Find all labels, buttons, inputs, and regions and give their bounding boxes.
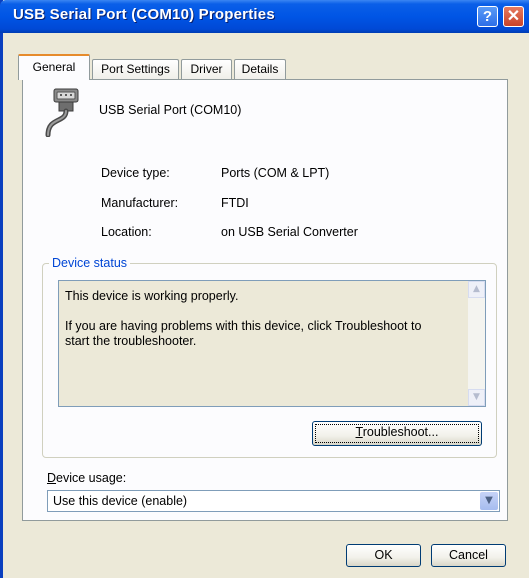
manufacturer-label: Manufacturer: (101, 196, 179, 210)
device-status-textbox[interactable]: This device is working properly. If you … (58, 280, 486, 407)
manufacturer-value: FTDI (221, 196, 249, 210)
tab-general[interactable]: General (18, 54, 90, 80)
troubleshoot-button[interactable]: Troubleshoot... (312, 421, 482, 446)
status-message: This device is working properly. (65, 289, 239, 303)
status-help-line: If you are having problems with this dev… (65, 319, 422, 333)
title-bar[interactable]: USB Serial Port (COM10) Properties ? ✕ (0, 0, 529, 33)
tab-port-settings[interactable]: Port Settings (92, 59, 179, 79)
location-value: on USB Serial Converter (221, 225, 358, 239)
cancel-button[interactable]: Cancel (431, 544, 506, 567)
window-title: USB Serial Port (COM10) Properties (13, 6, 275, 23)
location-label: Location: (101, 225, 152, 239)
scroll-up-icon[interactable]: ▲ (468, 281, 485, 298)
properties-dialog: USB Serial Port (COM10) Properties ? ✕ G… (0, 0, 529, 578)
device-usage-label: Device usage: (47, 471, 126, 485)
troubleshoot-mnemonic: T (355, 425, 363, 439)
scroll-down-icon[interactable]: ▼ (468, 389, 485, 406)
troubleshoot-label: roubleshoot... (362, 425, 439, 439)
tab-details[interactable]: Details (234, 59, 286, 79)
device-usage-label-text: evice usage: (56, 471, 127, 485)
chevron-down-icon[interactable]: ▼ (480, 492, 498, 510)
device-usage-select[interactable]: Use this device (enable) ▼ (47, 490, 500, 512)
device-type-label: Device type: (101, 166, 170, 180)
device-status-title: Device status (49, 256, 131, 270)
close-button[interactable]: ✕ (503, 6, 524, 27)
status-scrollbar[interactable]: ▲ ▼ (468, 281, 485, 406)
status-help-line-2: start the troubleshooter. (65, 334, 197, 348)
ok-button[interactable]: OK (346, 544, 421, 567)
tab-driver[interactable]: Driver (181, 59, 232, 79)
device-type-value: Ports (COM & LPT) (221, 166, 330, 180)
device-name: USB Serial Port (COM10) (99, 103, 242, 117)
serial-port-icon (45, 88, 79, 137)
help-button[interactable]: ? (477, 6, 498, 27)
device-usage-value: Use this device (enable) (53, 494, 188, 508)
device-usage-mnemonic: D (47, 471, 57, 485)
